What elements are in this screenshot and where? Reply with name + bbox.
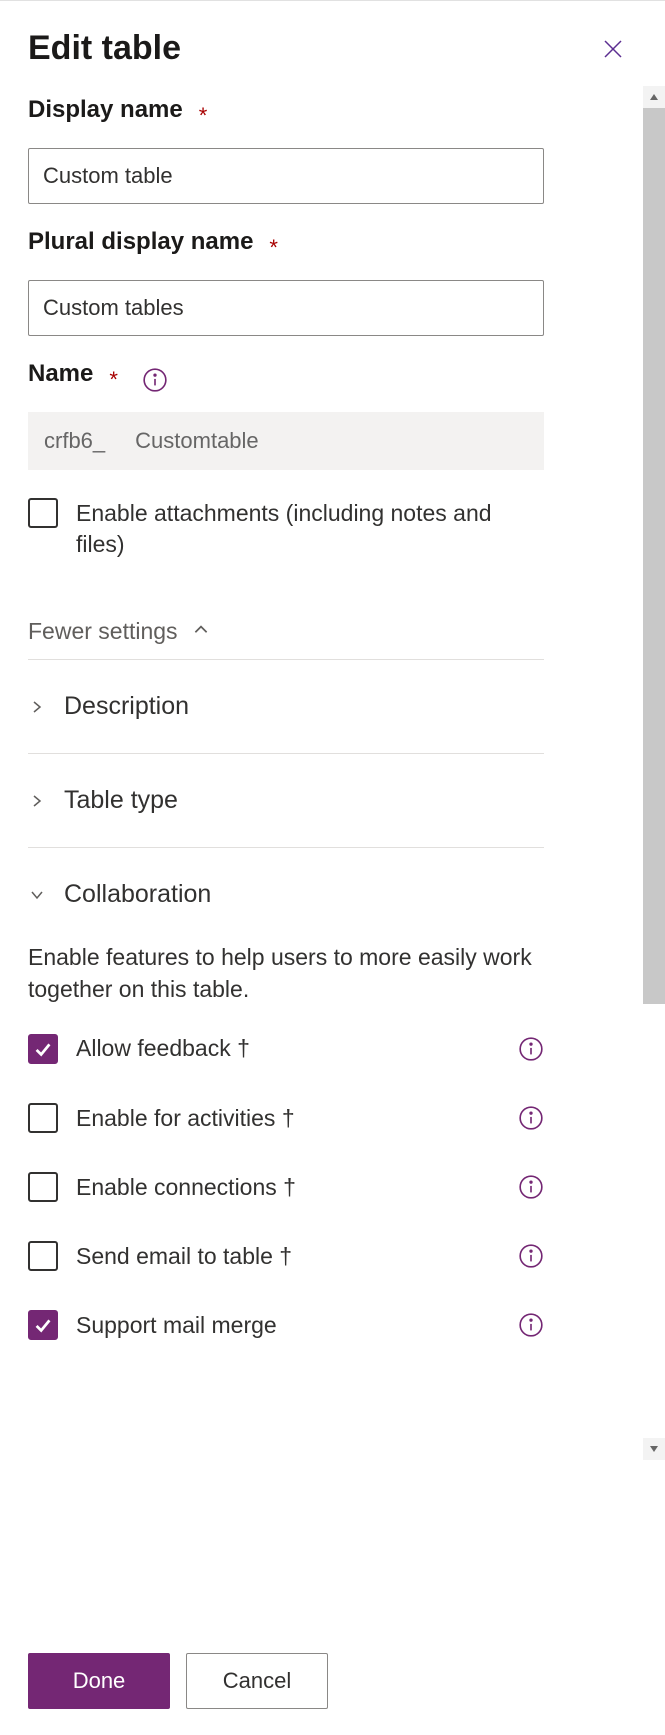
display-name-input[interactable] [28, 148, 544, 204]
enable-activities-row: Enable for activities † [28, 1103, 544, 1134]
enable-activities-label: Enable for activities † [76, 1103, 295, 1134]
scrollbar[interactable] [643, 86, 665, 1460]
enable-attachments-label: Enable attachments (including notes and … [76, 498, 544, 560]
chevron-down-icon [28, 886, 46, 904]
plural-display-name-label: Plural display name [28, 228, 253, 256]
name-prefix: crfb6_ [28, 412, 121, 470]
chevron-right-icon [28, 792, 46, 810]
description-accordion-header[interactable]: Description [28, 660, 544, 753]
close-button[interactable] [597, 33, 629, 65]
required-asterisk: * [199, 103, 208, 129]
table-type-accordion-title: Table type [64, 786, 178, 815]
scrollbar-down-arrow[interactable] [643, 1438, 665, 1460]
chevron-up-icon [192, 618, 210, 645]
info-icon [142, 367, 168, 393]
enable-connections-row: Enable connections † [28, 1172, 544, 1203]
name-info-button[interactable] [142, 367, 168, 393]
allow-feedback-row: Allow feedback † [28, 1033, 544, 1064]
mail-merge-row: Support mail merge [28, 1310, 544, 1341]
enable-attachments-checkbox[interactable] [28, 498, 58, 528]
content-inner: Display name * Plural display name * Nam… [28, 96, 544, 1399]
enable-connections-checkbox[interactable] [28, 1172, 58, 1202]
plural-display-name-input[interactable] [28, 280, 544, 336]
scrollbar-thumb[interactable] [643, 108, 665, 1004]
display-name-label: Display name [28, 96, 183, 124]
collaboration-accordion-body: Enable features to help users to more ea… [28, 941, 544, 1399]
mail-merge-checkbox[interactable] [28, 1310, 58, 1340]
send-email-label: Send email to table † [76, 1241, 292, 1272]
panel-title: Edit table [28, 29, 181, 68]
collaboration-description: Enable features to help users to more ea… [28, 941, 544, 1005]
collaboration-accordion-header[interactable]: Collaboration [28, 848, 544, 941]
send-email-row: Send email to table † [28, 1241, 544, 1272]
description-accordion-title: Description [64, 692, 189, 721]
allow-feedback-label: Allow feedback † [76, 1033, 250, 1064]
required-asterisk: * [269, 235, 278, 261]
checkmark-icon [32, 1314, 54, 1336]
allow-feedback-info[interactable] [518, 1036, 544, 1062]
allow-feedback-checkbox[interactable] [28, 1034, 58, 1064]
mail-merge-label: Support mail merge [76, 1310, 277, 1341]
plural-display-name-field: Plural display name * [28, 228, 544, 336]
name-field: Name * crfb6_ [28, 360, 544, 470]
info-icon [518, 1312, 544, 1338]
required-asterisk: * [109, 367, 118, 393]
fewer-settings-label: Fewer settings [28, 618, 178, 645]
mail-merge-info[interactable] [518, 1312, 544, 1338]
info-icon [518, 1243, 544, 1269]
enable-activities-checkbox[interactable] [28, 1103, 58, 1133]
display-name-field: Display name * [28, 96, 544, 204]
triangle-down-icon [649, 1444, 659, 1454]
scroll-area[interactable]: Display name * Plural display name * Nam… [0, 96, 665, 1627]
name-label: Name [28, 360, 93, 388]
fewer-settings-toggle[interactable]: Fewer settings [28, 604, 544, 659]
info-icon [518, 1036, 544, 1062]
send-email-info[interactable] [518, 1243, 544, 1269]
name-input[interactable] [121, 412, 544, 470]
info-icon [518, 1174, 544, 1200]
triangle-up-icon [649, 92, 659, 102]
edit-table-panel: Edit table Display name * Plural display… [0, 0, 665, 1735]
panel-header: Edit table [0, 1, 665, 96]
enable-connections-info[interactable] [518, 1174, 544, 1200]
enable-connections-label: Enable connections † [76, 1172, 296, 1203]
table-type-accordion-header[interactable]: Table type [28, 754, 544, 847]
scrollbar-up-arrow[interactable] [643, 86, 665, 108]
chevron-right-icon [28, 698, 46, 716]
close-icon [601, 37, 625, 61]
enable-attachments-row: Enable attachments (including notes and … [28, 498, 544, 560]
panel-footer: Done Cancel [0, 1627, 665, 1735]
checkmark-icon [32, 1038, 54, 1060]
enable-activities-info[interactable] [518, 1105, 544, 1131]
cancel-button[interactable]: Cancel [186, 1653, 328, 1709]
send-email-checkbox[interactable] [28, 1241, 58, 1271]
collaboration-accordion-title: Collaboration [64, 880, 211, 909]
done-button[interactable]: Done [28, 1653, 170, 1709]
info-icon [518, 1105, 544, 1131]
